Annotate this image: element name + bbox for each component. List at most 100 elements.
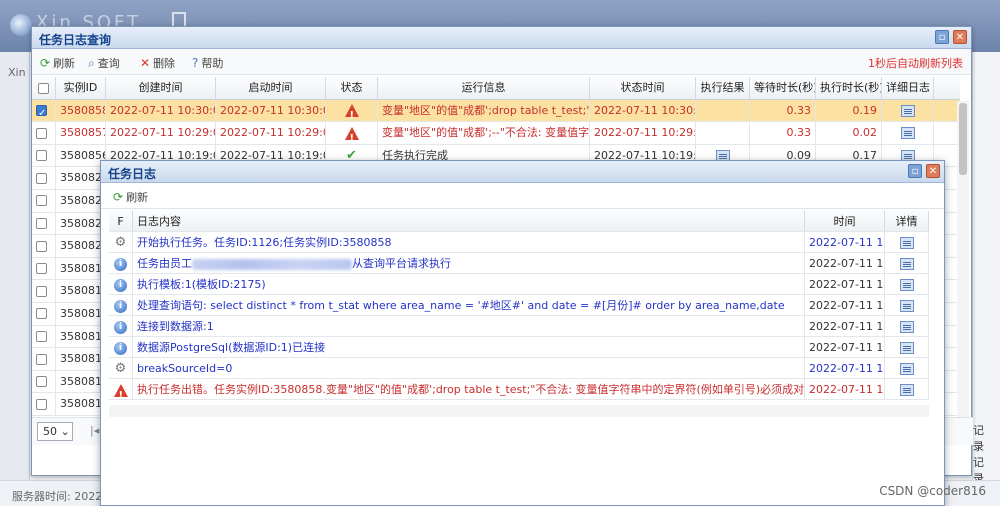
log-time: 2022-07-11 10:30:07 bbox=[805, 316, 885, 336]
log-text: 执行任务出错。任务实例ID:3580858.变量"地区"的值"成都';drop … bbox=[133, 379, 805, 399]
col-time[interactable]: 时间 bbox=[805, 211, 885, 231]
row-checkbox[interactable] bbox=[36, 308, 47, 320]
row-checkbox[interactable] bbox=[36, 195, 47, 207]
watermark: CSDN @coder816 bbox=[879, 484, 986, 498]
log-window-titlebar: 任务日志 ▫ ✕ bbox=[101, 161, 944, 183]
log-refresh-button[interactable]: ⟳ 刷新 bbox=[113, 189, 148, 205]
detail-icon[interactable] bbox=[899, 384, 914, 396]
log-text: 连接到数据源:1 bbox=[133, 316, 805, 336]
col-status-time[interactable]: 状态时间 bbox=[590, 77, 696, 99]
col-wait[interactable]: 等待时长(秒) bbox=[750, 77, 816, 99]
log-text-suffix: 从查询平台请求执行 bbox=[352, 257, 451, 270]
table-row[interactable]: 3580858 2022-07-11 10:30:07 2022-07-11 1… bbox=[32, 99, 960, 123]
row-checkbox[interactable] bbox=[36, 172, 47, 184]
row-id: 3580857 bbox=[56, 122, 106, 144]
refresh-icon: ⟳ bbox=[113, 190, 124, 204]
col-instance-id[interactable]: 实例ID bbox=[56, 77, 106, 99]
col-detail-log[interactable]: 详细日志 bbox=[882, 77, 934, 99]
query-button[interactable]: ⌕ 查询 bbox=[88, 55, 120, 71]
query-window-minimize-button[interactable]: ▫ bbox=[935, 30, 949, 44]
log-entry[interactable]: i 连接到数据源:1 2022-07-11 10:30:07 bbox=[109, 316, 929, 337]
first-page-icon[interactable]: |◂ bbox=[90, 424, 99, 437]
row-wait: 0.33 bbox=[750, 99, 816, 122]
info-icon: i bbox=[114, 320, 127, 334]
log-time: 2022-07-11 10:30:07 bbox=[805, 358, 885, 378]
row-id: 3580858 bbox=[56, 99, 106, 122]
row-exec: 0.02 bbox=[816, 122, 882, 144]
log-toolbar: ⟳ 刷新 bbox=[101, 183, 944, 209]
detail-log-icon[interactable] bbox=[900, 104, 915, 117]
detail-icon[interactable] bbox=[899, 342, 914, 354]
row-checkbox[interactable] bbox=[36, 331, 47, 343]
table-scrollbar[interactable] bbox=[957, 101, 969, 431]
select-all-checkbox[interactable] bbox=[38, 82, 49, 94]
row-id: 3580822 bbox=[56, 189, 106, 212]
log-horizontal-scrollbar[interactable] bbox=[109, 405, 929, 417]
log-time: 2022-07-11 10:30:07 bbox=[805, 253, 885, 273]
log-entry[interactable]: ⚙ breakSourceId=0 2022-07-11 10:30:07 bbox=[109, 358, 929, 379]
help-icon: ? bbox=[192, 56, 199, 70]
col-created[interactable]: 创建时间 bbox=[106, 77, 216, 99]
table-scrollbar-thumb[interactable] bbox=[959, 103, 967, 175]
row-checkbox[interactable] bbox=[36, 103, 47, 121]
query-window-title: 任务日志查询 bbox=[39, 33, 112, 47]
log-text: 执行模板:1(模板ID:2175) bbox=[133, 274, 805, 294]
detail-icon[interactable] bbox=[899, 258, 914, 270]
log-time: 2022-07-11 10:30:07 bbox=[805, 232, 885, 252]
detail-icon[interactable] bbox=[899, 237, 914, 249]
col-detail[interactable]: 详情 bbox=[885, 211, 929, 231]
detail-log-icon[interactable] bbox=[900, 127, 915, 140]
table-header: 实例ID 创建时间 启动时间 状态 运行信息 状态时间 执行结果 等待时长(秒)… bbox=[32, 77, 960, 100]
table-row[interactable]: 3580857 2022-07-11 10:29:04 2022-07-11 1… bbox=[32, 122, 960, 145]
query-toolbar: ⟳ 刷新 ⌕ 查询 ✕ 删除 ? 帮助 1秒后自动刷新列表 bbox=[32, 49, 971, 75]
log-text: 处理查询语句: select distinct * from t_stat wh… bbox=[133, 295, 805, 315]
log-entry[interactable]: i 任务由员工 从查询平台请求执行 2022-07-11 10:30:07 bbox=[109, 253, 929, 274]
row-checkbox[interactable] bbox=[36, 398, 47, 410]
log-entry[interactable]: 执行任务出错。任务实例ID:3580858.变量"地区"的值"成都';drop … bbox=[109, 379, 929, 400]
log-entry[interactable]: i 数据源PostgreSql(数据源ID:1)已连接 2022-07-11 1… bbox=[109, 337, 929, 358]
col-status[interactable]: 状态 bbox=[326, 77, 378, 99]
row-checkbox[interactable] bbox=[36, 240, 47, 252]
col-flag[interactable]: F bbox=[109, 211, 133, 231]
delete-button[interactable]: ✕ 删除 bbox=[140, 55, 175, 71]
gear-icon: ⚙ bbox=[114, 235, 127, 250]
col-run-info[interactable]: 运行信息 bbox=[378, 77, 590, 99]
help-button[interactable]: ? 帮助 bbox=[192, 55, 223, 71]
detail-icon[interactable] bbox=[899, 321, 914, 333]
row-id: 3580817 bbox=[56, 302, 106, 325]
app-right-panel: 记录 记录 bbox=[972, 52, 1000, 485]
col-log-content[interactable]: 日志内容 bbox=[133, 211, 805, 231]
log-entry[interactable]: i 执行模板:1(模板ID:2175) 2022-07-11 10:30:07 bbox=[109, 274, 929, 295]
detail-icon[interactable] bbox=[899, 300, 914, 312]
log-entry[interactable]: ⚙ 开始执行任务。任务ID:1126;任务实例ID:3580858 2022-0… bbox=[109, 232, 929, 253]
refresh-button[interactable]: ⟳ 刷新 bbox=[40, 55, 75, 71]
log-window-minimize-button[interactable]: ▫ bbox=[908, 164, 922, 178]
app-logo-icon bbox=[10, 14, 32, 36]
row-checkbox[interactable] bbox=[36, 127, 47, 139]
row-exec: 0.19 bbox=[816, 99, 882, 122]
log-text: breakSourceId=0 bbox=[133, 358, 805, 378]
log-text-container: 任务由员工 从查询平台请求执行 bbox=[133, 253, 805, 273]
col-exec[interactable]: 执行时长(秒) bbox=[816, 77, 882, 99]
log-window-close-button[interactable]: ✕ bbox=[926, 164, 940, 178]
row-checkbox[interactable] bbox=[36, 285, 47, 297]
info-icon: i bbox=[114, 299, 127, 313]
row-checkbox[interactable] bbox=[36, 218, 47, 230]
query-window-close-button[interactable]: ✕ bbox=[953, 30, 967, 44]
log-entry[interactable]: i 处理查询语句: select distinct * from t_stat … bbox=[109, 295, 929, 316]
row-checkbox[interactable] bbox=[36, 353, 47, 365]
page-size-select[interactable]: 50 ⌄ bbox=[37, 422, 73, 441]
search-icon: ⌕ bbox=[88, 56, 95, 70]
col-started[interactable]: 启动时间 bbox=[216, 77, 326, 99]
col-result[interactable]: 执行结果 bbox=[696, 77, 750, 99]
detail-icon[interactable] bbox=[899, 363, 914, 375]
row-id: 3580813 bbox=[56, 393, 106, 415]
detail-icon[interactable] bbox=[899, 279, 914, 291]
row-checkbox[interactable] bbox=[36, 376, 47, 388]
log-table-header: F 日志内容 时间 详情 bbox=[109, 211, 929, 232]
row-checkbox[interactable] bbox=[36, 263, 47, 275]
error-status-icon bbox=[344, 126, 359, 144]
row-id: 3580819 bbox=[56, 257, 106, 280]
select-all-cell[interactable] bbox=[32, 77, 56, 99]
row-checkbox[interactable] bbox=[36, 150, 47, 162]
